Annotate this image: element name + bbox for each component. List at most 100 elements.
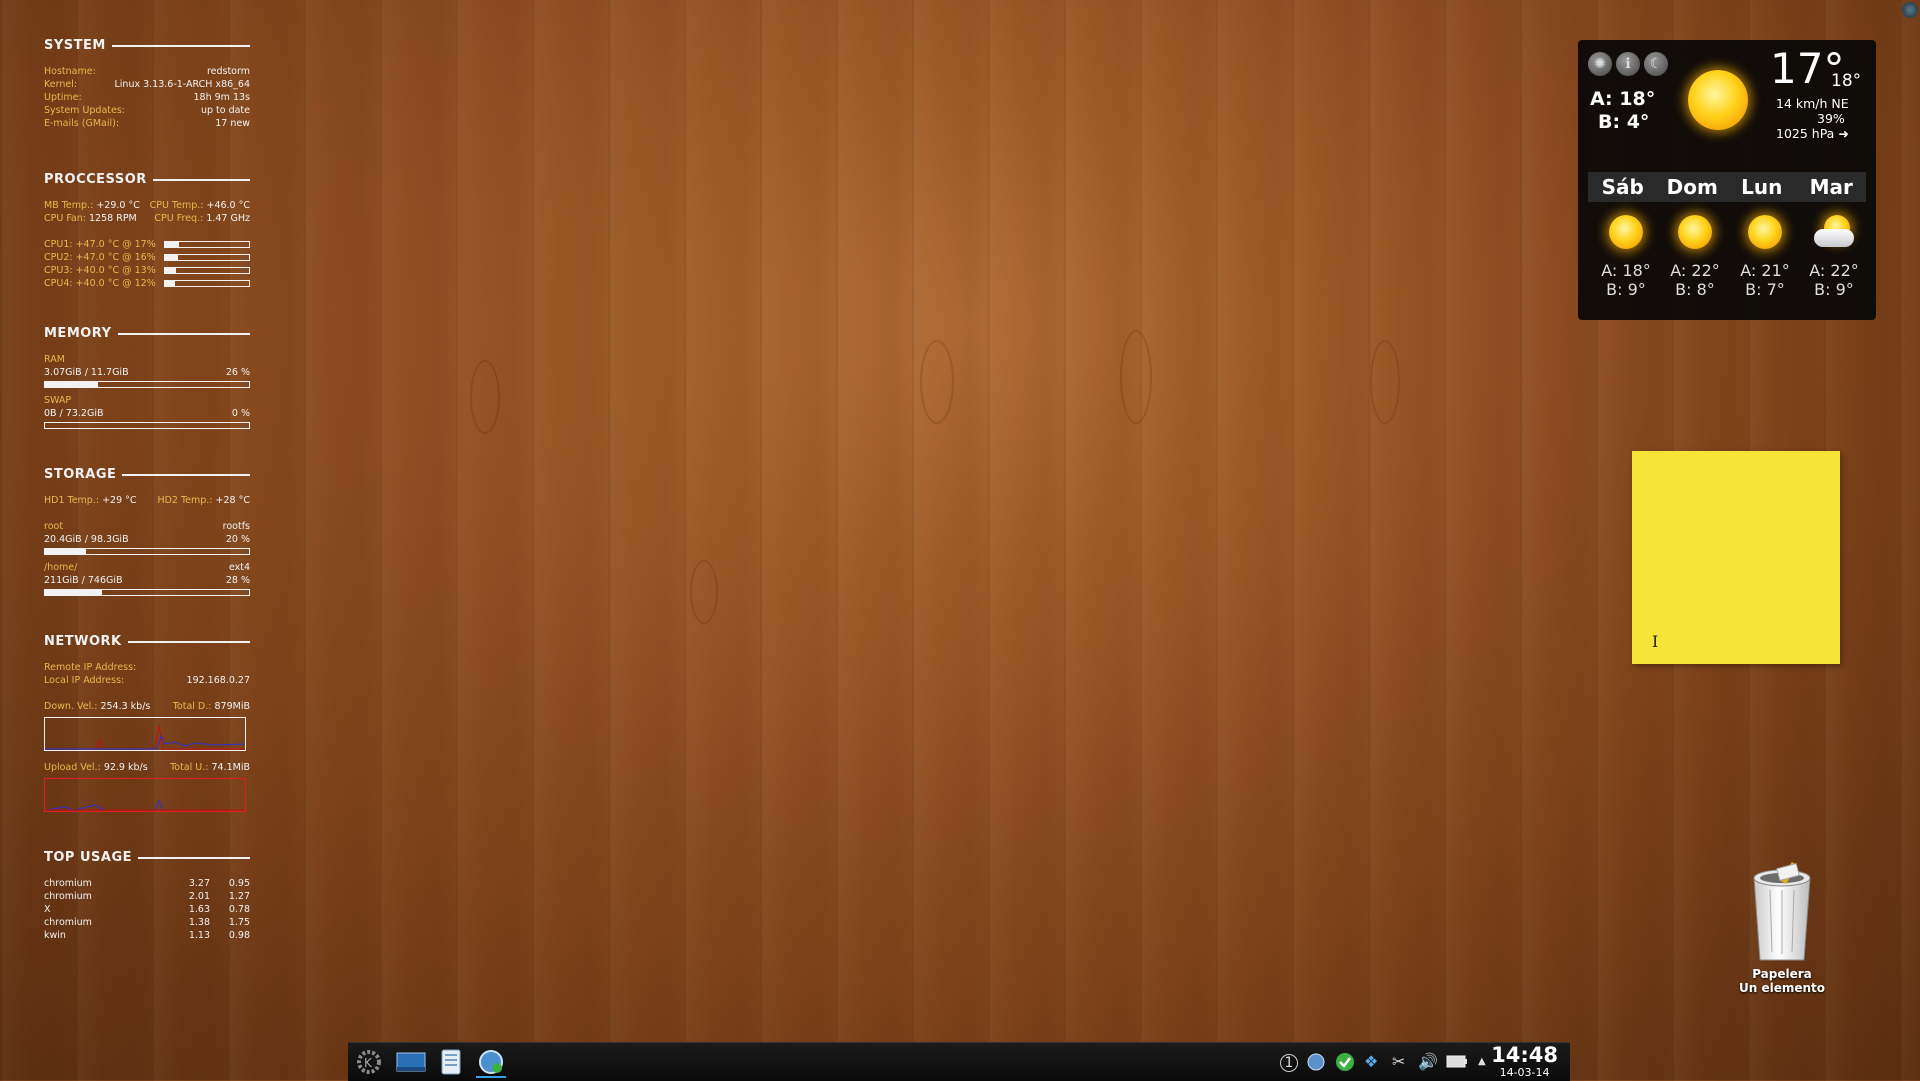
cpu-core-bar-fill [165,255,179,260]
process-mem: 1.27 [228,891,250,902]
mb-temp-value: +29.0 °C [96,200,140,211]
pressure: 1025 hPa ➜ [1776,126,1849,141]
temp-row: MB Temp.: +29.0 °C CPU Temp.: +46.0 °C [44,199,250,212]
clock-time: 14:48 [1491,1043,1558,1067]
root-bar-fill [45,549,86,554]
hostname-row: Hostname: redstorm [44,65,250,78]
updates-ok-icon[interactable] [1334,1052,1356,1076]
browser-globe-icon [479,1050,503,1074]
cpu-temp: CPU Temp.: +46.0 °C [150,199,250,212]
upload-label: Upload Vel.: [44,762,101,773]
hd2-temp: HD2 Temp.: +28 °C [157,494,250,507]
top-usage-row: chromium 1.38 1.75 [44,916,250,929]
uptime-row: Uptime: 18h 9m 13s [44,91,250,104]
root-fs: rootfs [222,521,250,532]
divider [117,332,250,335]
download-graph [44,717,246,751]
root-label: root [44,521,64,532]
humidity: 39% [1817,111,1845,126]
moon-icon[interactable]: ☾ [1644,52,1668,76]
forecast-low: B: 8° [1675,280,1715,299]
cpu-fan-label: CPU Fan: [44,213,86,224]
clock[interactable]: 14:48 14-03-14 [1491,1043,1558,1079]
sticky-note[interactable]: I [1632,451,1840,664]
trash-desktop-icon[interactable]: Papelera Un elemento [1730,860,1834,995]
wood-knot [690,560,718,624]
cpu-freq: CPU Freq.: 1.47 GHz [154,212,250,225]
root-percent: 20 % [225,534,250,545]
total-up-value: 74.1MiB [211,762,250,773]
swap-label: SWAP [44,395,72,406]
root-used: 20.4GiB / 98.3GiB [44,534,129,545]
forecast-day-name: Sáb [1601,175,1644,199]
system-section-title: SYSTEM [44,38,250,53]
process-mem: 0.78 [228,904,250,915]
network-tray-icon[interactable] [1306,1052,1326,1076]
row-value: up to date [200,105,250,116]
cpu-core-text: CPU2: +47.0 °C @ 16% [44,252,156,263]
local-ip-row: Local IP Address: 192.168.0.27 [44,674,250,687]
divider [111,44,250,47]
row-value: Linux 3.13.6-1-ARCH x86_64 [114,79,251,90]
process-name: chromium [44,878,92,889]
wood-knot [470,360,500,434]
cpu-core-row: CPU1: +47.0 °C @ 17% [44,238,250,251]
storage-section-title: STORAGE [44,467,250,482]
process-cpu: 1.63 [188,904,210,915]
weather-widget[interactable]: ✺ ℹ ☾ A: 18° B: 4° 17° 18° 14 km/h NE 39… [1578,40,1876,320]
root-bar [44,548,250,555]
hd1-label: HD1 Temp.: [44,495,100,506]
current-low: B: 4° [1598,111,1650,133]
dropbox-icon[interactable]: ❖ [1364,1052,1378,1071]
upload-graph-lines [44,799,245,811]
taskbar: K 1 ❖ ✂ 🔊 ▲ 14:48 14-03-14 [348,1042,1570,1081]
gear-icon: K [357,1050,381,1074]
cpu-core-bar [164,254,250,261]
row-value: 17 new [215,118,250,129]
upload-row: Upload Vel.: 92.9 kb/s Total U.: 74.1MiB [44,761,250,774]
kernel-row: Kernel: Linux 3.13.6-1-ARCH x86_64 [44,78,250,91]
chromium-task-icon[interactable] [476,1048,506,1078]
info-icon[interactable]: ℹ [1616,52,1640,76]
local-ip-value: 192.168.0.27 [186,675,250,686]
ram-row: 3.07GiB / 11.7GiB 26 % [44,366,250,379]
kde-menu-icon[interactable]: K [354,1048,384,1076]
volume-icon[interactable]: 🔊 [1418,1052,1438,1071]
home-label: /home/ [44,562,78,573]
file-manager-icon[interactable] [436,1048,466,1076]
sun-icon [1609,215,1643,249]
trash-label: Papelera [1752,967,1812,981]
swap-row: 0B / 73.2GiB 0 % [44,407,250,420]
ram-percent: 26 % [225,367,250,378]
cpu-core-row: CPU4: +40.0 °C @ 12% [44,277,250,290]
cpu-cores: CPU1: +47.0 °C @ 17% CPU2: +47.0 °C @ 16… [44,238,250,290]
top-usage-section-title: TOP USAGE [44,850,250,865]
cpu-core-bar-fill [165,268,176,273]
battery-icon[interactable] [1446,1052,1468,1074]
clock-date: 14-03-14 [1499,1066,1550,1079]
process-name: kwin [44,930,66,941]
desktop-toolbox-icon[interactable] [1902,2,1918,18]
notification-badge[interactable]: 1 [1280,1054,1298,1072]
process-mem: 0.95 [228,878,250,889]
home-row: 211GiB / 746GiB 28 % [44,574,250,587]
check-shield-icon [1336,1053,1354,1071]
forecast-day: A: 18° B: 9° [1592,215,1660,299]
memory-section-title: MEMORY [44,326,250,341]
section-title-text: NETWORK [44,634,122,649]
expand-tray-icon[interactable]: ▲ [1478,1056,1486,1067]
clipboard-scissors-icon[interactable]: ✂ [1392,1052,1405,1071]
home-used: 211GiB / 746GiB [44,575,123,586]
updates-row: System Updates: up to date [44,104,250,117]
row-label: Hostname: [44,66,96,77]
desktop-icon[interactable] [396,1048,426,1076]
process-cpu: 1.38 [188,917,210,928]
forecast-day-name: Mar [1809,175,1853,199]
wind-speed: 14 km/h NE [1776,96,1849,111]
sun-toggle-icon[interactable]: ✺ [1588,52,1612,76]
forecast-day-name: Dom [1666,175,1718,199]
trash-bin-icon [1753,861,1811,961]
globe-icon [1307,1053,1325,1071]
sun-icon [1678,215,1712,249]
remote-ip-row: Remote IP Address: [44,661,250,674]
